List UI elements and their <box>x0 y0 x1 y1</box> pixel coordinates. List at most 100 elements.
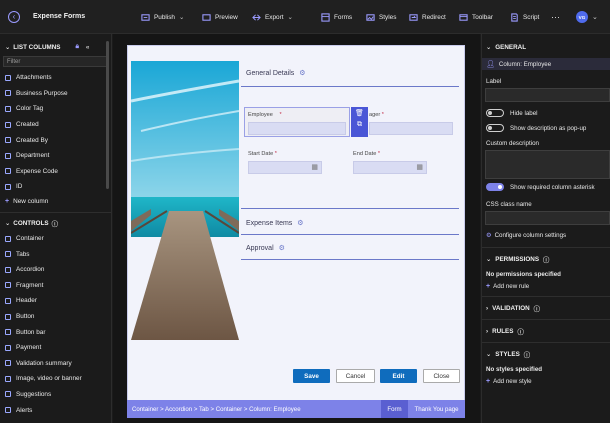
start-date-input[interactable]: ▦ <box>248 161 322 174</box>
control-item[interactable]: Alerts <box>0 402 111 418</box>
redirect-label: Redirect <box>422 13 446 21</box>
list-column-item-label: Business Purpose <box>16 89 68 97</box>
add-style-button[interactable]: + Add new style <box>482 378 610 385</box>
tab-thank-you-page[interactable]: Thank You page <box>408 400 465 418</box>
publish-button[interactable]: Publish ⌄ <box>141 0 184 34</box>
chevron-down-icon[interactable]: ⌄ <box>592 13 598 21</box>
list-column-item[interactable]: Created <box>0 117 111 133</box>
control-item[interactable]: Button bar <box>0 324 111 340</box>
forms-button[interactable]: Forms <box>321 0 352 34</box>
control-item[interactable]: Payment <box>0 340 111 356</box>
control-item[interactable]: Container <box>0 231 111 247</box>
employee-input[interactable] <box>248 122 346 135</box>
lock-icon[interactable]: 🔒︎ <box>76 43 79 51</box>
configure-settings-link[interactable]: ⚙︎ Configure column settings <box>482 232 610 239</box>
save-button[interactable]: Save <box>293 369 330 383</box>
field-type-icon <box>5 137 11 144</box>
controls-header[interactable]: ⌄ CONTROLS ⓘ <box>0 217 111 231</box>
back-icon[interactable]: ‹ <box>8 10 20 23</box>
hide-label-text: Hide label <box>510 109 538 117</box>
manager-input[interactable] <box>369 122 453 135</box>
styles-header[interactable]: ⌄ STYLES ⓘ <box>482 347 610 361</box>
info-icon: ⓘ <box>533 305 540 313</box>
label-input[interactable] <box>485 88 610 102</box>
general-title: GENERAL <box>495 43 527 51</box>
cancel-button[interactable]: Cancel <box>336 369 375 383</box>
configure-settings-text: Configure column settings <box>494 232 567 239</box>
script-icon <box>511 12 518 22</box>
rules-header[interactable]: › RULES ⓘ <box>482 324 610 338</box>
edit-button[interactable]: Edit <box>380 369 417 383</box>
show-description-toggle[interactable]: Show description as pop-up <box>482 122 610 134</box>
list-column-item-label: Color Tag <box>16 105 44 113</box>
list-column-item[interactable]: Created By <box>0 132 111 148</box>
toggle-switch[interactable] <box>486 183 504 191</box>
new-column-button[interactable]: + New column <box>0 195 111 209</box>
start-date-label: Start Date * <box>248 151 277 157</box>
section-approval[interactable]: Approval ⚙︎ <box>241 244 459 252</box>
divider <box>241 234 459 235</box>
section-expense-items[interactable]: Expense Items ⚙︎ <box>241 219 459 227</box>
plus-icon: + <box>486 378 491 385</box>
list-column-item[interactable]: Department <box>0 148 111 164</box>
avatar[interactable]: VG <box>576 11 588 23</box>
settings-icon[interactable]: ⚙︎ <box>299 70 305 77</box>
control-item[interactable]: Image, video or banner <box>0 371 111 387</box>
add-rule-button[interactable]: + Add new rule <box>482 283 610 290</box>
settings-icon[interactable]: ⚙︎ <box>297 220 303 227</box>
chevron-down-icon: ⌄ <box>486 255 492 263</box>
field-type-icon <box>5 90 11 97</box>
left-scrollbar[interactable] <box>106 41 109 189</box>
toggle-switch[interactable] <box>486 124 504 132</box>
calendar-icon[interactable]: ▦ <box>416 163 423 171</box>
calendar-icon[interactable]: ▦ <box>311 163 318 171</box>
control-item[interactable]: Header <box>0 293 111 309</box>
script-button[interactable]: Script <box>510 0 539 34</box>
control-item-label: Button <box>16 313 35 321</box>
control-item-label: Payment <box>16 344 42 352</box>
redirect-button[interactable]: Redirect <box>409 0 446 34</box>
close-button[interactable]: Close <box>423 369 460 383</box>
list-column-item[interactable]: Business Purpose <box>0 86 111 102</box>
toggle-switch[interactable] <box>486 109 504 117</box>
control-item[interactable]: Validation summary <box>0 356 111 372</box>
toolbar-button[interactable]: Toolbar <box>459 0 493 34</box>
list-column-item[interactable]: ID <box>0 179 111 195</box>
permissions-header[interactable]: ⌄ PERMISSIONS ⓘ <box>482 252 610 266</box>
styles-button[interactable]: Styles <box>366 0 396 34</box>
field-type-icon <box>5 266 11 273</box>
filter-input[interactable]: Filter <box>3 56 107 67</box>
control-item[interactable]: Button <box>0 309 111 325</box>
section-general-details[interactable]: General Details ⚙︎ <box>241 69 459 77</box>
css-class-input[interactable] <box>485 211 610 225</box>
preview-label: Preview <box>215 13 238 21</box>
show-asterisk-toggle[interactable]: Show required column asterisk <box>482 181 610 193</box>
list-columns-header[interactable]: ⌄ LIST COLUMNS 🔒︎ « <box>0 40 111 54</box>
control-item-label: Validation summary <box>16 359 72 367</box>
tab-form[interactable]: Form <box>381 400 408 418</box>
custom-description-input[interactable] <box>485 150 610 179</box>
selected-column-name: Column: Employee <box>498 60 552 68</box>
copy-icon[interactable]: ⧉ <box>351 121 368 129</box>
list-column-item[interactable]: Color Tag <box>0 101 111 117</box>
preview-button[interactable]: Preview <box>202 0 238 34</box>
validation-header[interactable]: › VALIDATION ⓘ <box>482 301 610 315</box>
more-options-button[interactable]: ··· <box>551 0 560 34</box>
export-button[interactable]: Export ⌄ <box>252 0 293 34</box>
settings-icon[interactable]: ⚙︎ <box>279 245 285 252</box>
control-item[interactable]: Accordion <box>0 262 111 278</box>
control-item[interactable]: Tabs <box>0 246 111 262</box>
control-item[interactable]: Fragment <box>0 278 111 294</box>
general-header[interactable]: ⌄ GENERAL <box>482 40 610 54</box>
control-item[interactable]: Suggestions <box>0 387 111 403</box>
publish-icon <box>141 13 150 21</box>
chevron-right-icon: › <box>486 304 489 312</box>
list-column-item[interactable]: Expense Code <box>0 164 111 180</box>
collapse-icon[interactable]: « <box>86 44 90 51</box>
info-icon: ⓘ <box>517 328 524 336</box>
breadcrumb[interactable]: Container > Accordion > Tab > Container … <box>127 400 381 418</box>
end-date-input[interactable]: ▦ <box>353 161 427 174</box>
delete-icon[interactable]: 🗑︎ <box>351 109 368 117</box>
list-column-item[interactable]: Attachments <box>0 70 111 86</box>
hide-label-toggle[interactable]: Hide label <box>482 107 610 119</box>
